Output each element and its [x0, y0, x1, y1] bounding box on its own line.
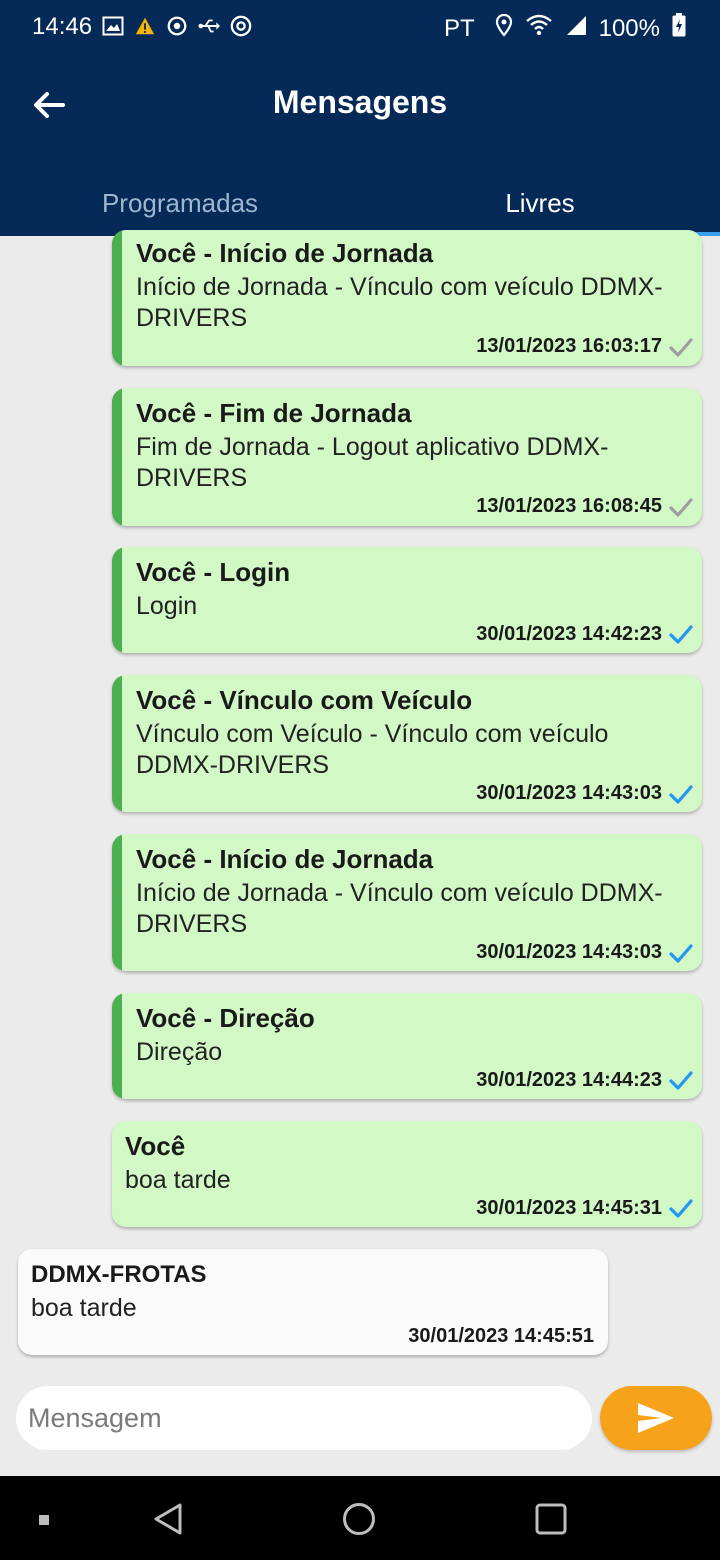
- status-bar: 14:46 PT 100%: [0, 0, 720, 56]
- message-body: Início de Jornada - Vínculo com veículo …: [136, 879, 663, 938]
- message-body: Vínculo com Veículo - Vínculo com veícul…: [136, 720, 609, 779]
- message-body: Início de Jornada - Vínculo com veículo …: [136, 273, 663, 332]
- message-timestamp: 30/01/2023 14:45:51: [408, 1325, 594, 1347]
- wifi-icon: [525, 14, 553, 43]
- status-time: 14:46: [32, 13, 93, 40]
- signal-icon: [565, 14, 587, 43]
- message-body: Fim de Jornada - Logout aplicativo DDMX-…: [136, 433, 609, 492]
- check-icon: [669, 1199, 693, 1218]
- nav-back-button[interactable]: [152, 1502, 184, 1536]
- nav-recents-button[interactable]: [534, 1502, 568, 1536]
- check-icon: [669, 1071, 693, 1090]
- message-bubble[interactable]: Você - Fim de Jornada Fim de Jornada - L…: [112, 388, 702, 526]
- message-timestamp: 30/01/2023 14:44:23: [476, 1069, 662, 1091]
- send-button[interactable]: [600, 1386, 712, 1450]
- message-sender: Você - Vínculo com Veículo: [136, 685, 473, 715]
- message-body: Login: [136, 592, 198, 620]
- message-sender: Você - Login: [136, 557, 291, 587]
- sos-icon: [230, 14, 252, 38]
- nav-home-button[interactable]: [342, 1502, 376, 1536]
- check-icon: [669, 944, 693, 963]
- message-timestamp: 13/01/2023 16:03:17: [476, 335, 662, 357]
- message-bubble[interactable]: Você - Login Login 30/01/2023 14:42:23: [112, 547, 702, 653]
- square-recents-icon: [535, 1503, 567, 1535]
- usb-icon: [198, 14, 220, 38]
- message-timestamp: 30/01/2023 14:45:31: [476, 1197, 662, 1219]
- message-input[interactable]: [16, 1386, 592, 1450]
- message-timestamp: 30/01/2023 14:43:03: [476, 941, 662, 963]
- app-bar: Mensagens Programadas Livres: [0, 56, 720, 236]
- message-bubble[interactable]: Você - Início de Jornada Início de Jorna…: [112, 834, 702, 971]
- battery-icon: [672, 13, 686, 44]
- system-status: PT 100%: [444, 13, 686, 44]
- message-timestamp: 30/01/2023 14:42:23: [476, 623, 662, 645]
- message-body: boa tarde: [31, 1294, 137, 1322]
- location-icon: [495, 13, 513, 44]
- tab-livres[interactable]: Livres: [360, 180, 720, 236]
- message-sender: Você - Início de Jornada: [136, 238, 434, 268]
- message-bubble[interactable]: Você - Início de Jornada Início de Jorna…: [112, 230, 702, 366]
- message-sender: Você - Início de Jornada: [136, 844, 434, 874]
- check-icon: [669, 785, 693, 804]
- tab-programadas[interactable]: Programadas: [0, 180, 360, 236]
- check-icon: [669, 498, 693, 517]
- battery-percent: 100%: [598, 14, 660, 42]
- square-dot-icon: [39, 1515, 49, 1525]
- message-body: boa tarde: [125, 1166, 231, 1194]
- triangle-back-icon: [154, 1503, 182, 1535]
- circle-home-icon: [343, 1503, 375, 1535]
- check-icon: [669, 338, 693, 357]
- warning-icon: [134, 14, 156, 38]
- system-nav-bar: [0, 1476, 720, 1560]
- page-title: Mensagens: [272, 84, 448, 120]
- sync-icon: [166, 14, 188, 38]
- tab-bar: Programadas Livres: [0, 180, 720, 236]
- message-sender: Você - Direção: [136, 1003, 315, 1033]
- image-icon: [102, 14, 124, 38]
- message-bubble[interactable]: Você - Vínculo com Veículo Vínculo com V…: [112, 675, 702, 812]
- check-icon: [669, 625, 693, 644]
- message-bubble[interactable]: Você boa tarde 30/01/2023 14:45:31: [112, 1121, 702, 1227]
- language-indicator: PT: [443, 14, 475, 42]
- send-icon: [638, 1403, 674, 1433]
- message-timestamp: 30/01/2023 14:43:03: [476, 782, 662, 804]
- incoming-message-bubble[interactable]: DDMX-FROTAS boa tarde 30/01/2023 14:45:5…: [18, 1249, 608, 1355]
- message-sender: Você: [125, 1131, 186, 1161]
- message-sender: DDMX-FROTAS: [31, 1261, 207, 1288]
- notification-icons: [102, 14, 252, 38]
- message-bubble[interactable]: Você - Direção Direção 30/01/2023 14:44:…: [112, 993, 702, 1099]
- message-timestamp: 13/01/2023 16:08:45: [476, 495, 662, 517]
- message-body: Direção: [136, 1038, 223, 1066]
- message-sender: Você - Fim de Jornada: [136, 398, 412, 428]
- nav-small-square[interactable]: [38, 1514, 50, 1526]
